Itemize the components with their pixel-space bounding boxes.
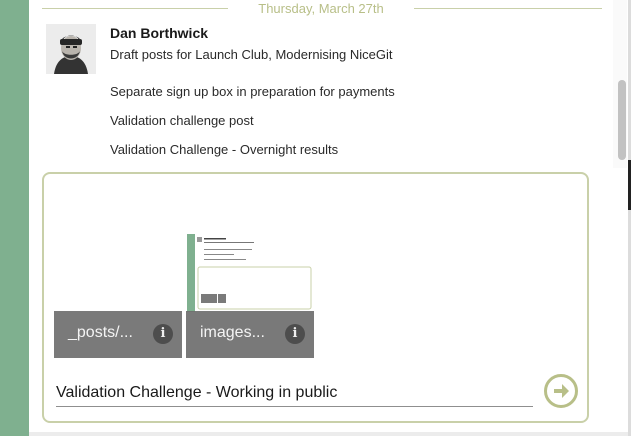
attachment-name: images...	[200, 324, 265, 341]
screenshot-thumbnail	[187, 234, 315, 312]
file-attachment-posts[interactable]: _posts/... i	[54, 311, 182, 358]
message-author: Dan Borthwick	[110, 25, 209, 41]
avatar[interactable]	[46, 24, 96, 74]
image-attachment-preview	[187, 234, 315, 312]
message-input[interactable]	[56, 379, 533, 407]
divider-line-left	[42, 8, 228, 9]
underlying-window-edge	[29, 432, 631, 436]
date-divider: Thursday, March 27th	[42, 0, 602, 20]
message-line: Separate sign up box in preparation for …	[110, 84, 395, 99]
sidebar-strip	[0, 0, 29, 436]
attachment-name: _posts/...	[68, 324, 133, 341]
avatar-photo	[46, 24, 96, 74]
message-line: Validation challenge post	[110, 113, 254, 128]
message-composer: _posts/... i images... i	[42, 172, 589, 423]
info-icon[interactable]: i	[153, 324, 173, 344]
date-label: Thursday, March 27th	[258, 1, 384, 16]
file-attachment-images[interactable]: images... i	[186, 311, 314, 358]
scrollbar-thumb[interactable]	[618, 80, 626, 160]
divider-line-right	[414, 8, 602, 9]
arrow-right-circle-icon	[554, 384, 569, 398]
send-button[interactable]	[544, 374, 578, 408]
message-line: Validation Challenge - Overnight results	[110, 142, 339, 157]
info-icon[interactable]: i	[285, 324, 305, 344]
message-line: Draft posts for Launch Club, Modernising…	[110, 47, 393, 62]
